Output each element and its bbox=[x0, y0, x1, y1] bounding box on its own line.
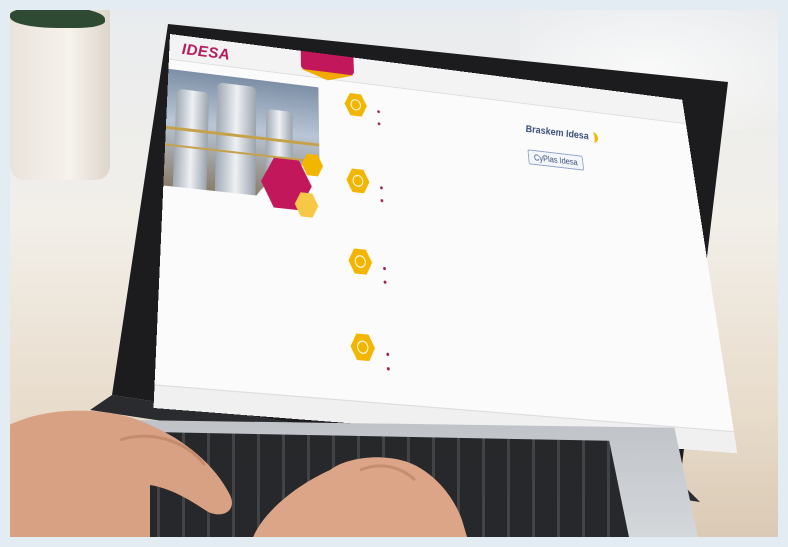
hands bbox=[0, 410, 470, 547]
photo-scene: IDESA Braskem Idesa CyPlas Idesa bbox=[0, 0, 788, 547]
